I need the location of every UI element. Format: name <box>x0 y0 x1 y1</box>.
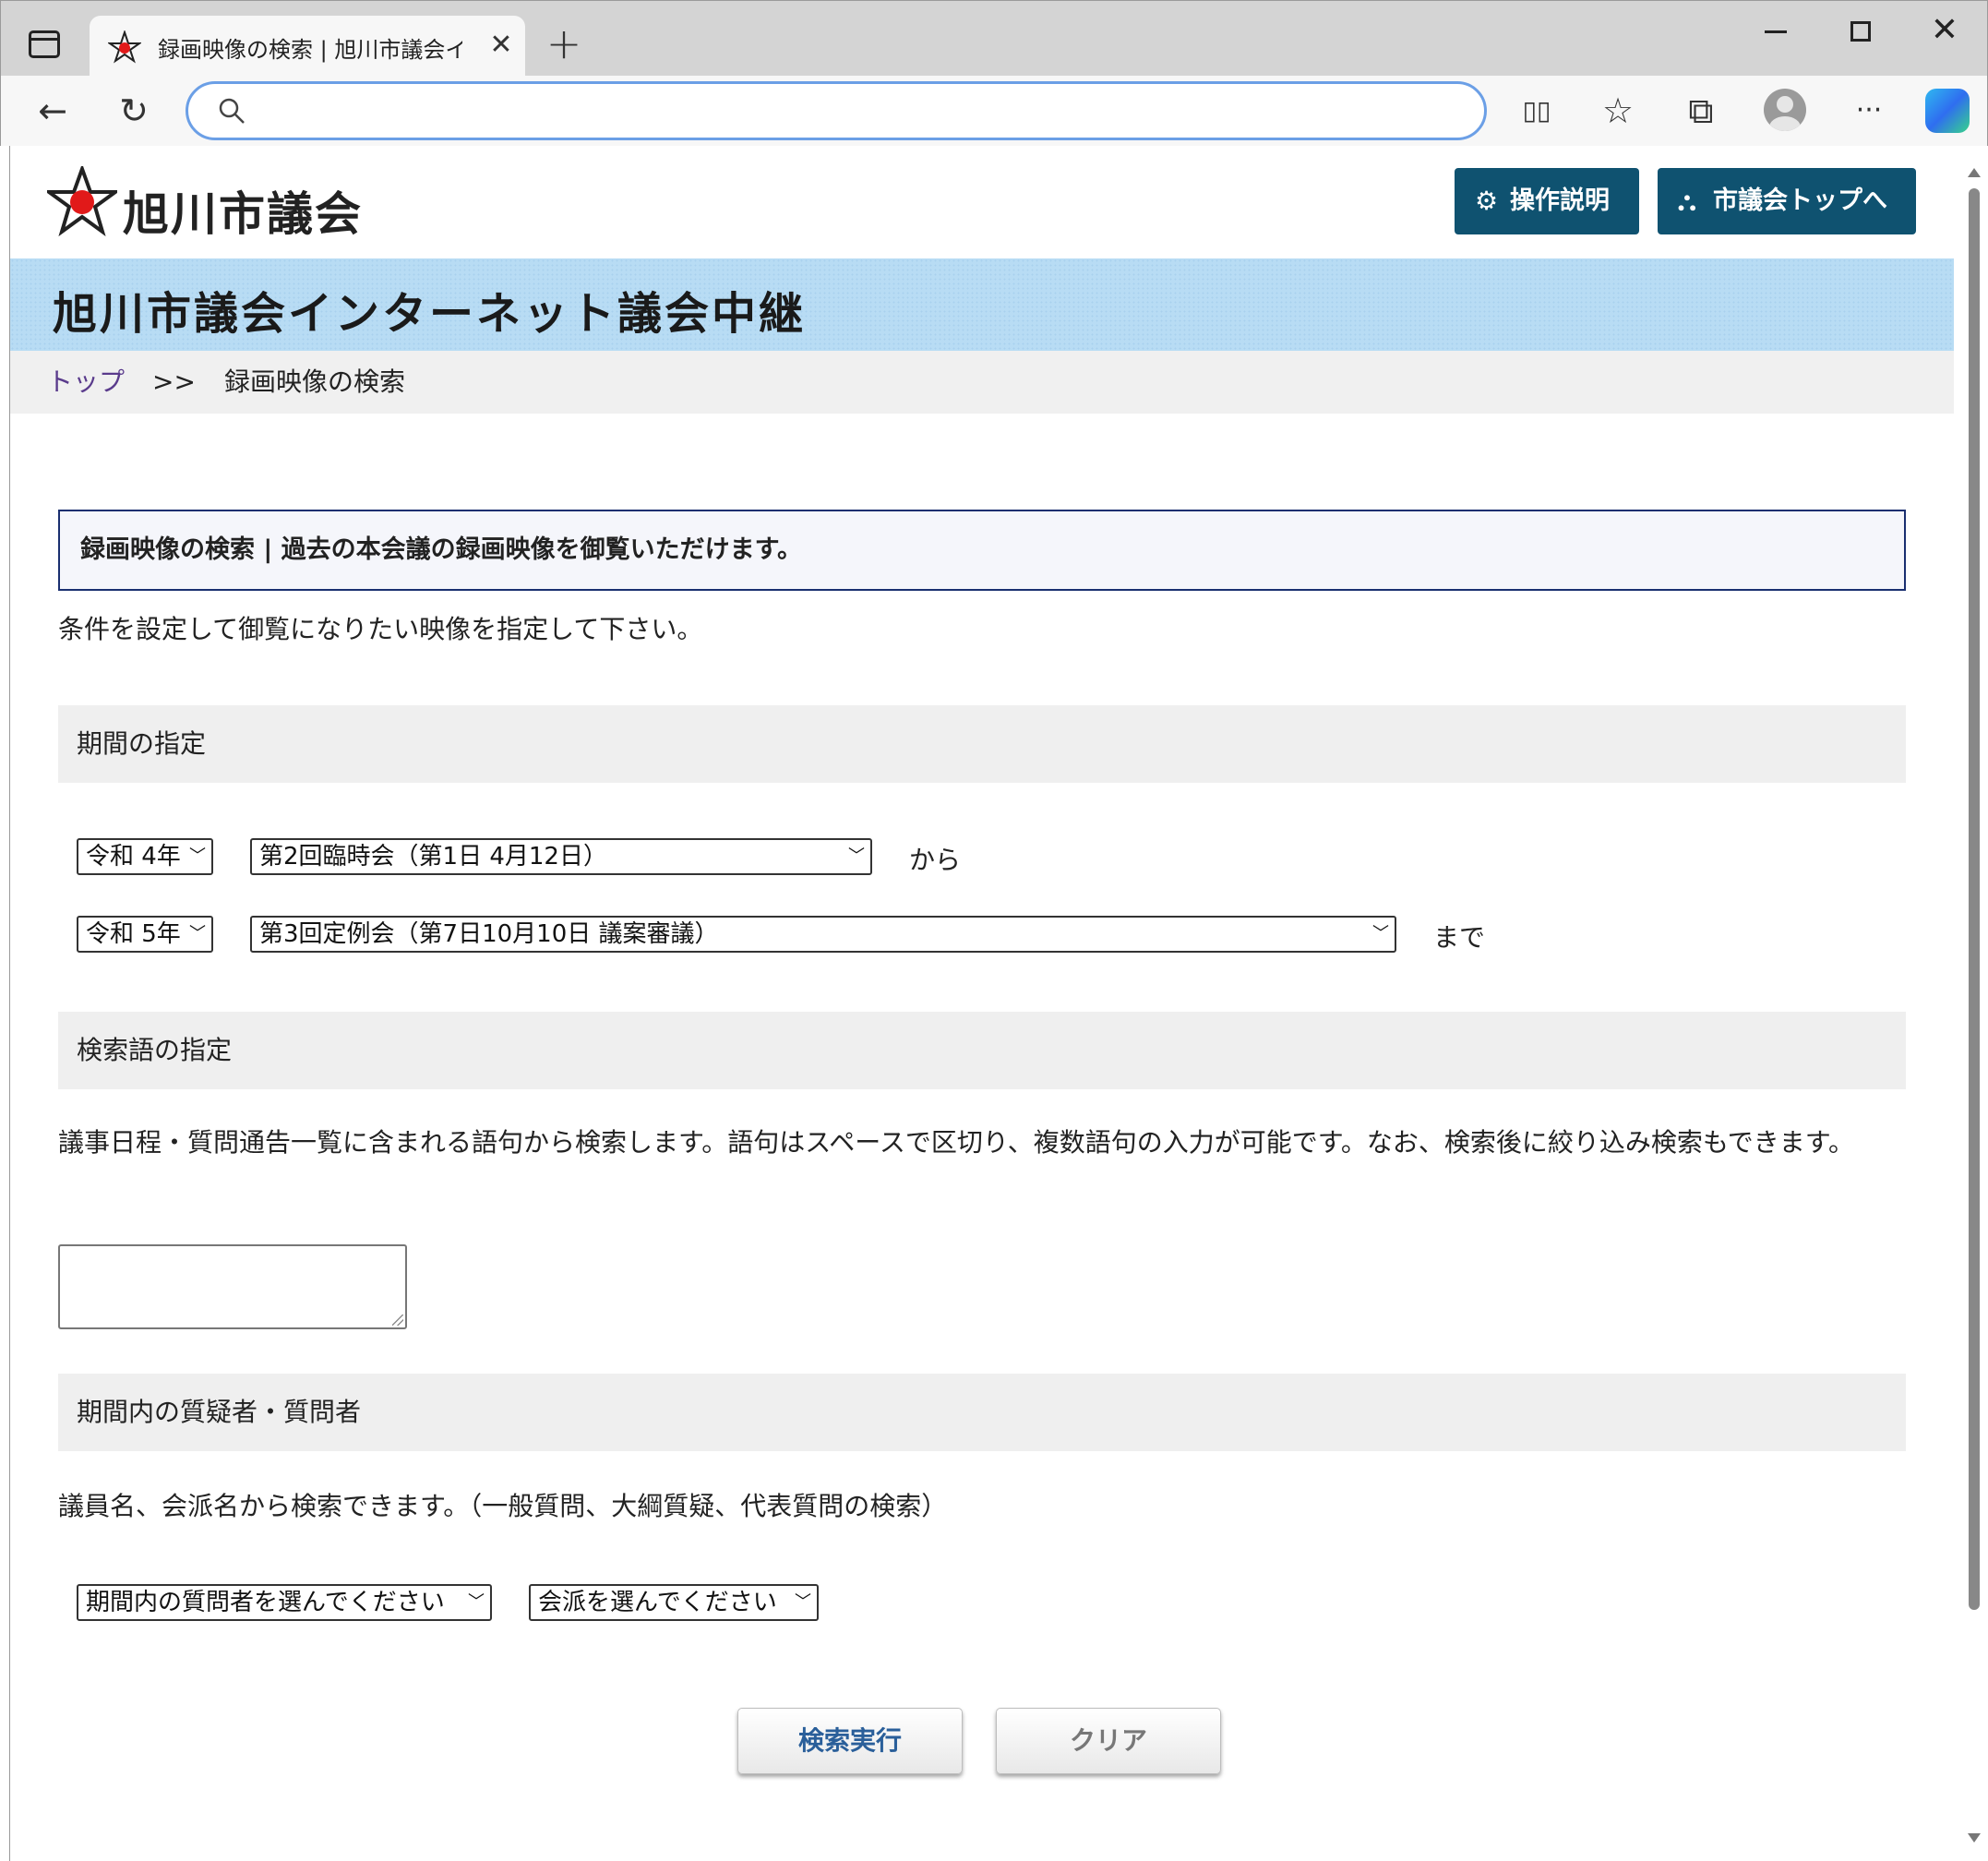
chevron-down-icon: ﹀ <box>189 924 206 943</box>
member-select-value: 期間内の質問者を選んでください <box>86 1589 445 1616</box>
from-year-value: 令和 4年 <box>86 843 181 870</box>
maximize-button[interactable] <box>1850 21 1871 42</box>
keyword-description: 議事日程・質問通告一覧に含まれる語句から検索します。語句はスペースで区切り、複数… <box>58 1127 1855 1158</box>
tab-title: 録画映像の検索 | 旭川市議会インターネット議会中継 <box>158 37 462 63</box>
sitemap-icon: ⛬ <box>1678 186 1696 216</box>
help-button-label: 操作説明 <box>1510 186 1610 215</box>
tab-close-icon[interactable]: ✕ <box>483 27 520 64</box>
faction-select-value: 会派を選んでください <box>538 1589 777 1616</box>
gear-icon: ⚙ <box>1475 186 1499 216</box>
vertical-scrollbar[interactable] <box>1964 161 1984 1850</box>
to-session-select[interactable]: 第3回定例会（第7日10月10日 議案審議） ﹀ <box>250 916 1396 953</box>
new-tab-button[interactable]: + <box>542 22 586 67</box>
star-favicon-icon <box>108 30 141 64</box>
chevron-down-icon: ﹀ <box>1372 924 1389 943</box>
to-session-value: 第3回定例会（第7日10月10日 議案審議） <box>259 920 719 948</box>
site-logo[interactable]: 旭川市議会 <box>47 166 379 241</box>
scroll-down-icon[interactable] <box>1968 1833 1981 1843</box>
period-section-heading: 期間の指定 <box>58 705 1906 783</box>
keyword-textarea[interactable] <box>58 1244 407 1329</box>
chevron-down-icon: ﹀ <box>189 846 206 866</box>
page-viewport: 旭川市議会 ⚙ 操作説明 ⛬ 市議会トップへ 旭川市議会インターネット議会中継 … <box>9 146 1988 1861</box>
council-top-button-label: 市議会トップへ <box>1713 186 1887 215</box>
search-icon <box>219 98 245 124</box>
breadcrumb-separator: >> <box>152 366 196 397</box>
refresh-icon[interactable]: ↻ <box>112 89 156 133</box>
profile-avatar[interactable] <box>1764 89 1806 131</box>
clear-button[interactable]: クリア <box>996 1708 1221 1774</box>
copilot-icon[interactable] <box>1925 89 1970 133</box>
chevron-down-icon: ﹀ <box>795 1592 811 1612</box>
search-button[interactable]: 検索実行 <box>737 1708 963 1774</box>
minimize-button[interactable] <box>1759 10 1796 47</box>
more-icon[interactable]: ··· <box>1847 89 1891 133</box>
help-button[interactable]: ⚙ 操作説明 <box>1455 168 1639 234</box>
breadcrumb: トップ >> 録画映像の検索 <box>10 351 1954 414</box>
from-year-select[interactable]: 令和 4年 ﹀ <box>77 838 213 875</box>
scroll-up-icon[interactable] <box>1968 168 1981 177</box>
browser-titlebar: 録画映像の検索 | 旭川市議会インターネット議会中継 ✕ + ✕ <box>0 0 1988 77</box>
address-input[interactable] <box>262 93 1443 128</box>
from-label: から <box>909 845 962 875</box>
page-banner: 旭川市議会インターネット議会中継 <box>10 258 1954 351</box>
chevron-down-icon: ﹀ <box>468 1592 485 1612</box>
split-screen-icon[interactable]: ▯▯ <box>1515 89 1559 133</box>
keyword-section-heading: 検索語の指定 <box>58 1012 1906 1089</box>
page-title: 録画映像の検索 | 過去の本会議の録画映像を御覧いただけます。 <box>58 510 1906 591</box>
member-select[interactable]: 期間内の質問者を選んでください ﹀ <box>77 1584 492 1621</box>
chevron-down-icon: ﹀ <box>848 846 865 866</box>
favorites-icon[interactable]: ☆ <box>1596 89 1640 133</box>
council-top-button[interactable]: ⛬ 市議会トップへ <box>1658 168 1916 234</box>
from-session-select[interactable]: 第2回臨時会（第1日 4月12日） ﹀ <box>250 838 872 875</box>
star-logo-icon <box>47 166 117 236</box>
site-header: 旭川市議会 ⚙ 操作説明 ⛬ 市議会トップへ <box>10 146 1952 258</box>
collections-icon[interactable]: ⧉ <box>1679 89 1723 133</box>
questioner-description: 議員名、会派名から検索できます。（一般質問、大綱質疑、代表質問の検索） <box>58 1491 948 1521</box>
window-close-button[interactable]: ✕ <box>1926 12 1963 49</box>
faction-select[interactable]: 会派を選んでください ﹀ <box>529 1584 819 1621</box>
back-icon[interactable]: ← <box>30 89 75 133</box>
breadcrumb-current: 録画映像の検索 <box>224 366 406 397</box>
from-session-value: 第2回臨時会（第1日 4月12日） <box>259 843 607 870</box>
questioner-section-heading: 期間内の質疑者・質問者 <box>58 1374 1906 1451</box>
logo-text: 旭川市議会 <box>123 187 363 241</box>
tab-actions-icon[interactable] <box>29 30 60 58</box>
browser-tab[interactable]: 録画映像の検索 | 旭川市議会インターネット議会中継 ✕ <box>90 16 525 77</box>
intro-text: 条件を設定して御覧になりたい映像を指定して下さい。 <box>58 614 703 644</box>
to-year-value: 令和 5年 <box>86 920 181 948</box>
to-label: まで <box>1433 922 1486 953</box>
banner-title: 旭川市議会インターネット議会中継 <box>53 288 807 340</box>
scroll-thumb[interactable] <box>1969 188 1980 1610</box>
browser-toolbar: ← ↻ ▯▯ ☆ ⧉ ··· <box>0 76 1988 146</box>
to-year-select[interactable]: 令和 5年 ﹀ <box>77 916 213 953</box>
breadcrumb-home-link[interactable]: トップ <box>47 351 125 414</box>
address-bar[interactable] <box>186 81 1487 140</box>
